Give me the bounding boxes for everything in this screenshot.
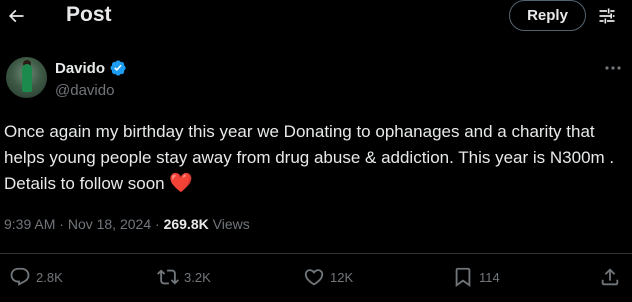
repost-icon bbox=[157, 269, 179, 285]
arrow-left-icon bbox=[8, 9, 24, 23]
share-action[interactable] bbox=[599, 266, 621, 288]
views-label: Views bbox=[212, 216, 250, 232]
more-dots-icon bbox=[605, 66, 621, 70]
heart-icon bbox=[304, 269, 324, 286]
reply-button[interactable]: Reply bbox=[509, 0, 586, 31]
tweet-time[interactable]: 9:39 AM bbox=[4, 216, 55, 232]
like-action[interactable]: 12K bbox=[303, 266, 353, 288]
views-count: 269.8K bbox=[163, 216, 209, 232]
bookmark-count: 114 bbox=[479, 269, 500, 285]
more-options-button[interactable] bbox=[603, 61, 623, 75]
meta-separator: · bbox=[155, 216, 160, 232]
verified-badge-icon bbox=[110, 60, 126, 76]
repost-action[interactable]: 3.2K bbox=[157, 266, 211, 288]
sliders-icon bbox=[599, 8, 615, 24]
reply-icon bbox=[10, 267, 30, 286]
action-bar: 2.8K 3.2K 12K 114 bbox=[0, 262, 632, 294]
meta-separator: · bbox=[59, 216, 64, 232]
share-icon bbox=[601, 268, 619, 286]
author-name-row: Davido bbox=[55, 59, 127, 77]
avatar[interactable] bbox=[6, 57, 47, 98]
like-count: 12K bbox=[330, 269, 354, 285]
reply-action[interactable]: 2.8K bbox=[9, 266, 63, 288]
heart-emoji: ❤️ bbox=[169, 173, 194, 194]
reply-count: 2.8K bbox=[36, 269, 63, 285]
page-title: Post bbox=[66, 3, 112, 26]
post-header: Post Reply bbox=[0, 0, 632, 32]
tweet-body: Once again my birthday this year we Dona… bbox=[4, 122, 615, 193]
divider bbox=[0, 253, 632, 254]
author-name[interactable]: Davido bbox=[55, 60, 105, 77]
back-button[interactable] bbox=[2, 2, 30, 30]
bookmark-icon bbox=[455, 267, 471, 288]
tweet-date[interactable]: Nov 18, 2024 bbox=[68, 216, 151, 232]
avatar-figure-body bbox=[22, 64, 32, 92]
filter-button[interactable] bbox=[594, 3, 620, 29]
author-handle[interactable]: @davido bbox=[55, 82, 114, 99]
bookmark-action[interactable]: 114 bbox=[452, 266, 500, 288]
repost-count: 3.2K bbox=[184, 269, 211, 285]
tweet-meta: 9:39 AM · Nov 18, 2024 · 269.8K Views bbox=[4, 216, 250, 232]
tweet-text: Once again my birthday this year we Dona… bbox=[4, 119, 624, 197]
